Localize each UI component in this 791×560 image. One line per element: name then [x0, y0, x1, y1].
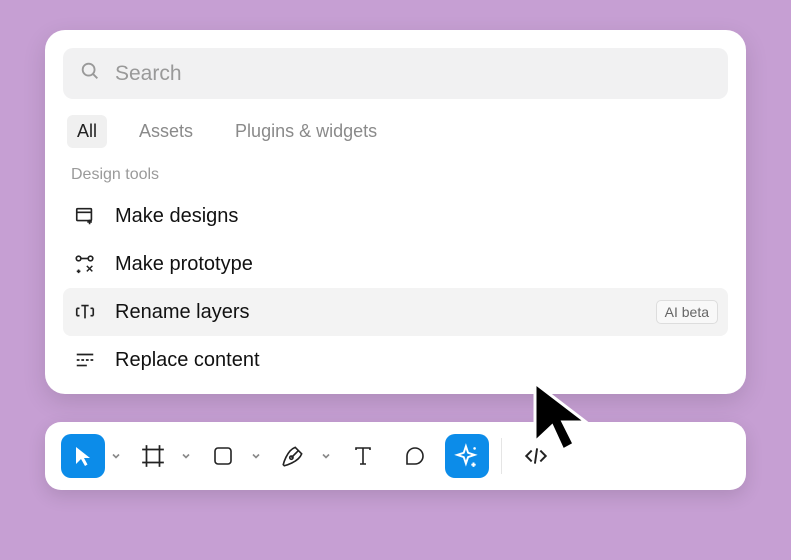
ai-beta-badge: AI beta — [656, 300, 718, 324]
actions-panel: All Assets Plugins & widgets Design tool… — [45, 30, 746, 394]
action-make-prototype[interactable]: Make prototype — [63, 240, 728, 288]
tool-group-shape — [201, 434, 263, 478]
tool-group-pen — [271, 434, 333, 478]
section-header: Design tools — [63, 166, 728, 192]
replace-content-icon — [73, 348, 97, 372]
action-rename-layers[interactable]: Rename layers AI beta — [63, 288, 728, 336]
tab-plugins-widgets[interactable]: Plugins & widgets — [225, 115, 387, 148]
chevron-down-icon[interactable] — [109, 434, 123, 478]
toolbar — [45, 422, 746, 490]
shape-tool-button[interactable] — [201, 434, 245, 478]
action-label: Replace content — [115, 349, 718, 372]
dev-mode-button[interactable] — [514, 434, 558, 478]
comment-tool-button[interactable] — [393, 434, 437, 478]
tab-assets[interactable]: Assets — [129, 115, 203, 148]
filter-tabs: All Assets Plugins & widgets — [63, 115, 728, 148]
search-bar[interactable] — [63, 48, 728, 99]
make-designs-icon — [73, 204, 97, 228]
chevron-down-icon[interactable] — [249, 434, 263, 478]
make-prototype-icon — [73, 252, 97, 276]
search-input[interactable] — [115, 62, 712, 86]
chevron-down-icon[interactable] — [179, 434, 193, 478]
action-label: Make designs — [115, 205, 718, 228]
chevron-down-icon[interactable] — [319, 434, 333, 478]
search-icon — [79, 60, 101, 87]
text-tool-button[interactable] — [341, 434, 385, 478]
action-label: Make prototype — [115, 253, 718, 276]
frame-tool-button[interactable] — [131, 434, 175, 478]
rename-layers-icon — [73, 300, 97, 324]
tab-all[interactable]: All — [67, 115, 107, 148]
tool-group-move — [61, 434, 123, 478]
ai-tool-button[interactable] — [445, 434, 489, 478]
toolbar-divider — [501, 438, 502, 474]
tool-group-frame — [131, 434, 193, 478]
action-label: Rename layers — [115, 301, 638, 324]
action-make-designs[interactable]: Make designs — [63, 192, 728, 240]
move-tool-button[interactable] — [61, 434, 105, 478]
pen-tool-button[interactable] — [271, 434, 315, 478]
action-replace-content[interactable]: Replace content — [63, 336, 728, 384]
